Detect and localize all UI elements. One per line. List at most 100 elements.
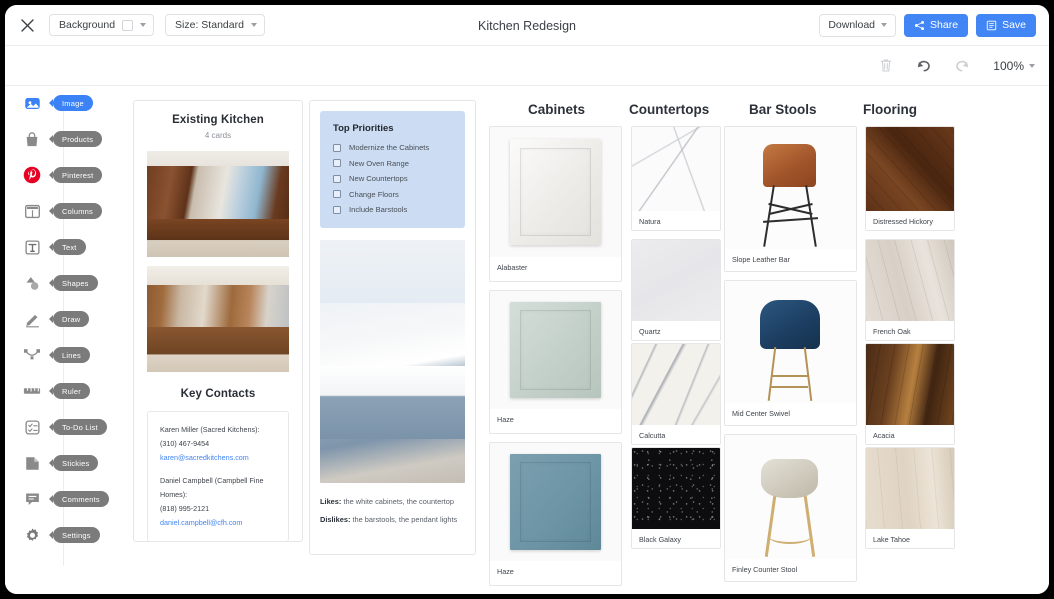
secondary-toolbar: 100% [5, 46, 1049, 86]
save-button[interactable]: Save [976, 13, 1036, 37]
swatch-card-distressed-hickory[interactable]: Distressed Hickory [865, 126, 955, 231]
sidebar-item-settings[interactable]: Settings [5, 521, 125, 549]
pencil-icon [19, 306, 45, 332]
column-header-cabinets: Cabinets [528, 102, 586, 117]
text-icon [19, 234, 45, 260]
swatch-label: Quartz [632, 321, 720, 340]
swatch-card-mid-center-swivel[interactable]: Mid Center Swivel [724, 280, 857, 426]
checkbox[interactable] [333, 143, 341, 152]
board-canvas[interactable]: Existing Kitchen 4 cards Key Contacts Ka… [125, 86, 1049, 594]
sidebar-item-text[interactable]: Text [5, 233, 125, 261]
priority-item[interactable]: Modernize the Cabinets [333, 143, 452, 152]
swatch-card-acacia[interactable]: Acacia [865, 343, 955, 445]
priorities-title: Top Priorities [333, 123, 394, 134]
priority-item[interactable]: Change Floors [333, 190, 452, 199]
contact-entry: Karen Miller (Sacred Kitchens): (310) 46… [160, 423, 276, 465]
swatch-image [866, 240, 954, 321]
contact-email[interactable]: karen@sacredkitchens.com [160, 451, 276, 465]
sidebar-item-ruler[interactable]: Ruler [5, 377, 125, 405]
swatch-card-finley-counter-stool[interactable]: Finley Counter Stool [724, 434, 857, 582]
background-color-swatch[interactable] [122, 19, 134, 31]
download-button[interactable]: Download [819, 13, 897, 37]
sidebar-item-label: Ruler [53, 383, 90, 399]
image-icon [19, 90, 45, 116]
swatch-image [866, 127, 954, 211]
swatch-image [490, 291, 621, 409]
contact-phone: (818) 995-2121 [160, 504, 210, 514]
kitchen-inspiration-photo[interactable] [320, 240, 465, 483]
swatch-label: Acacia [866, 425, 954, 444]
contact-email[interactable]: daniel.campbell@cfh.com [160, 516, 276, 530]
close-icon[interactable] [16, 14, 38, 36]
download-label: Download [828, 19, 876, 31]
save-label: Save [1002, 19, 1026, 31]
sidebar-item-shapes[interactable]: Shapes [5, 269, 125, 297]
existing-kitchen-photo-1[interactable] [147, 151, 289, 257]
priority-item[interactable]: New Countertops [333, 174, 452, 183]
swatch-image [725, 127, 856, 249]
sidebar-item-label: Pinterest [53, 167, 103, 183]
priority-label: Include Barstools [349, 205, 408, 214]
swatch-label: Lake Tahoe [866, 529, 954, 548]
share-button[interactable]: Share [904, 13, 969, 37]
priority-item[interactable]: New Oven Range [333, 159, 452, 168]
contact-name: Daniel Campbell (Campbell Fine Homes): [160, 476, 264, 500]
sidebar-item-todo-list[interactable]: To-Do List [5, 413, 125, 441]
sidebar-item-products[interactable]: Products [5, 125, 125, 153]
trash-icon[interactable] [879, 58, 893, 73]
zoom-control[interactable]: 100% [993, 59, 1035, 73]
gear-icon [19, 522, 45, 548]
checkbox[interactable] [333, 205, 341, 214]
column-header-countertops: Countertops [629, 102, 710, 117]
swatch-card-quartz[interactable]: Quartz [631, 239, 721, 341]
undo-icon[interactable] [915, 59, 932, 73]
redo-icon[interactable] [954, 59, 971, 73]
swatch-card-alabaster[interactable]: Alabaster [489, 126, 622, 282]
sidebar-item-label: Settings [53, 527, 100, 543]
swatch-image [490, 127, 621, 257]
dislikes-text: the barstools, the pendant lights [352, 514, 458, 524]
sidebar-item-columns[interactable]: Columns [5, 197, 125, 225]
existing-kitchen-photo-2[interactable] [147, 266, 289, 372]
chevron-down-icon [250, 23, 257, 27]
sidebar-item-label: To-Do List [53, 419, 107, 435]
likes-text: the white cabinets, the countertop [343, 497, 454, 506]
top-priorities-card[interactable]: Top Priorities Modernize the Cabinets Ne… [309, 100, 476, 555]
checkbox[interactable] [333, 159, 341, 167]
ruler-icon [19, 378, 45, 404]
sidebar-item-image[interactable]: Image [5, 89, 125, 117]
sidebar-item-draw[interactable]: Draw [5, 305, 125, 333]
priorities-panel: Top Priorities Modernize the Cabinets Ne… [320, 111, 465, 228]
pinterest-icon [19, 162, 45, 188]
sidebar-item-label: Shapes [53, 275, 98, 291]
swatch-card-slope-leather-bar[interactable]: Slope Leather Bar [724, 126, 857, 272]
sidebar-item-lines[interactable]: Lines [5, 341, 125, 369]
existing-kitchen-card[interactable]: Existing Kitchen 4 cards Key Contacts Ka… [133, 100, 303, 543]
contact-phone: (310) 467-9454 [160, 439, 210, 449]
background-selector[interactable]: Background [49, 14, 155, 36]
share-label: Share [930, 19, 959, 31]
sidebar-item-stickies[interactable]: Stickies [5, 449, 125, 477]
sidebar-item-label: Columns [53, 203, 102, 219]
swatch-card-black-galaxy[interactable]: Black Galaxy [631, 447, 721, 549]
swatch-image [632, 240, 720, 321]
swatch-card-calcutta[interactable]: Calcutta [631, 343, 721, 445]
swatch-image [866, 448, 954, 529]
likes-dislikes: Likes: the white cabinets, the counterto… [320, 497, 465, 525]
sticky-icon [19, 450, 45, 476]
swatch-card-french-oak[interactable]: French Oak [865, 239, 955, 341]
swatch-image [490, 443, 621, 561]
size-selector[interactable]: Size: Standard [165, 14, 265, 36]
checkbox[interactable] [333, 174, 341, 183]
swatch-card-haze-green[interactable]: Haze [489, 290, 622, 434]
swatch-card-lake-tahoe[interactable]: Lake Tahoe [865, 447, 955, 549]
swatch-card-haze-blue[interactable]: Haze [489, 442, 622, 586]
sidebar-item-comments[interactable]: Comments [5, 485, 125, 513]
swatch-card-natura[interactable]: Natura [631, 126, 721, 231]
checkbox[interactable] [333, 190, 341, 198]
priority-item[interactable]: Include Barstools [333, 205, 452, 214]
priority-label: Change Floors [349, 189, 399, 199]
swatch-label: Distressed Hickory [866, 211, 954, 230]
dislikes-row: Dislikes: the barstools, the pendant lig… [320, 515, 465, 525]
sidebar-item-pinterest[interactable]: Pinterest [5, 161, 125, 189]
